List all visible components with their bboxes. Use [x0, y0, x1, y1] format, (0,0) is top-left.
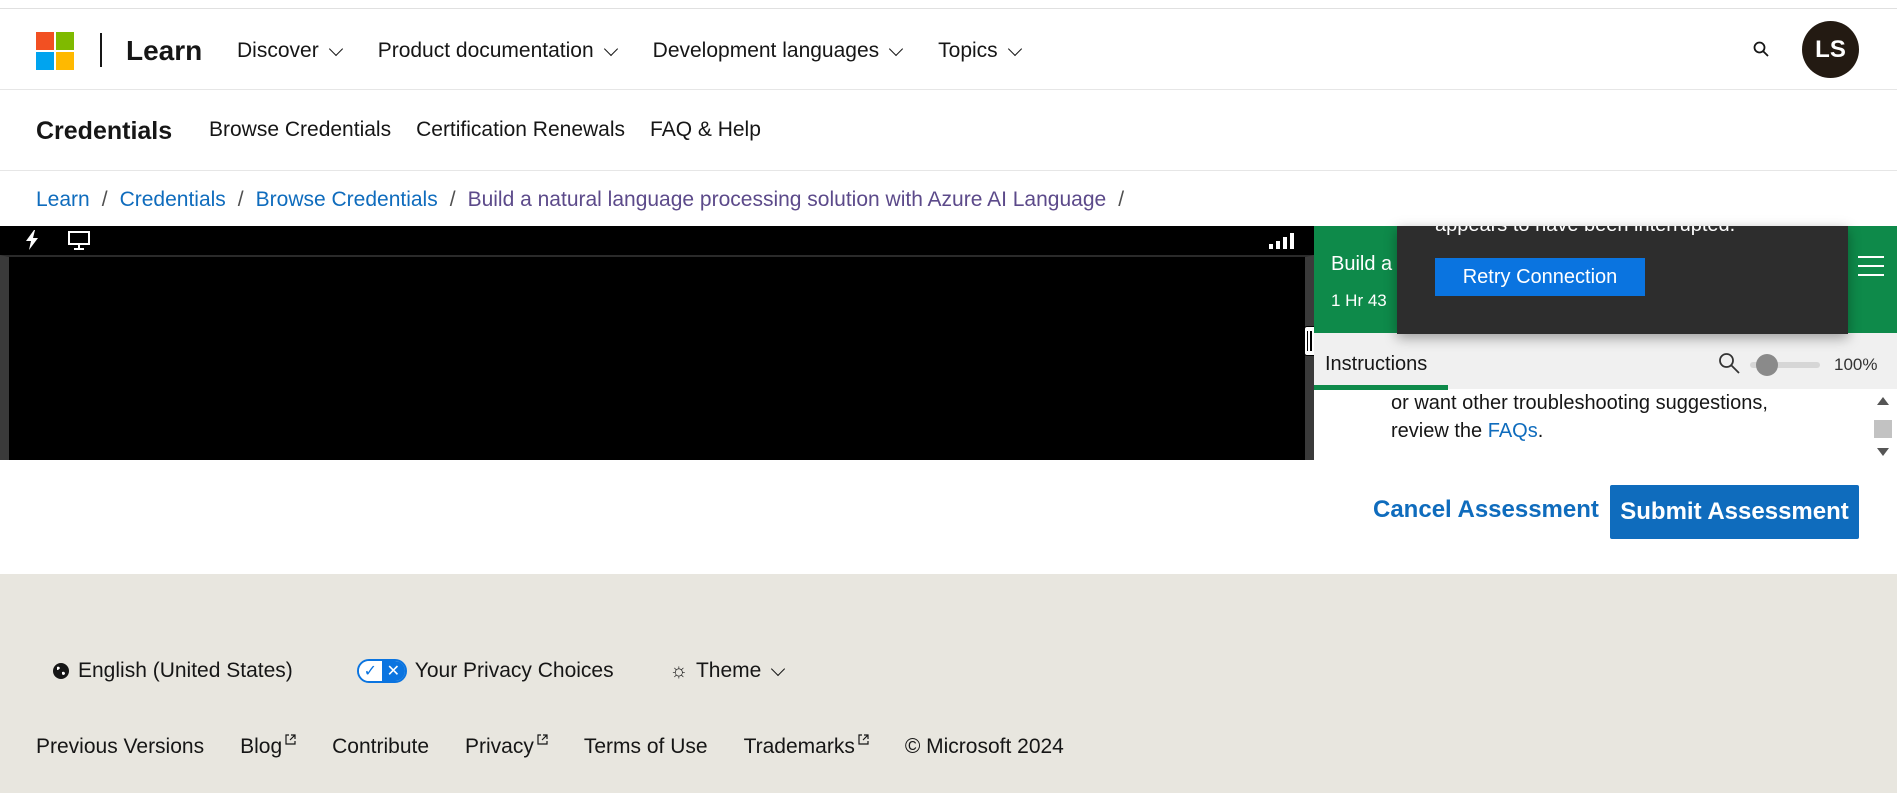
cancel-assessment-button[interactable]: Cancel Assessment — [1373, 496, 1599, 524]
search-icon[interactable] — [1753, 41, 1769, 57]
external-link-icon — [537, 734, 548, 745]
footer-links: Previous Versions Blog Contribute Privac… — [36, 734, 1064, 759]
footer-previous-versions[interactable]: Previous Versions — [36, 735, 204, 759]
connection-message: appears to have been interrupted. — [1435, 226, 1735, 237]
chevron-down-icon — [889, 41, 904, 56]
nav-product-documentation-label: Product documentation — [377, 39, 594, 62]
instructions-content: or want other troubleshooting suggestion… — [1391, 389, 1811, 445]
breadcrumb-separator: / — [101, 188, 108, 211]
subnav-links: Browse Credentials Certification Renewal… — [209, 118, 761, 142]
brand-link[interactable]: Learn — [126, 35, 202, 67]
vm-screen[interactable] — [0, 255, 1314, 460]
nav-development-languages[interactable]: Development languages — [652, 39, 904, 63]
zoom-value: 100% — [1834, 355, 1878, 374]
user-avatar[interactable]: LS — [1802, 21, 1859, 78]
submit-assessment-button[interactable]: Submit Assessment — [1610, 485, 1859, 539]
instructions-text: or want other troubleshooting suggestion… — [1391, 392, 1768, 442]
lightning-bolt-icon[interactable] — [24, 230, 40, 250]
instructions-end: . — [1537, 420, 1544, 442]
footer-copyright: © Microsoft 2024 — [904, 734, 1064, 758]
footer-terms-of-use[interactable]: Terms of Use — [584, 735, 708, 759]
privacy-choices-label: Your Privacy Choices — [414, 659, 614, 682]
zoom-slider-thumb[interactable] — [1756, 354, 1778, 376]
breadcrumb-separator: / — [237, 188, 244, 211]
scroll-down-arrow-icon[interactable] — [1877, 448, 1889, 456]
sun-icon: ☼ — [669, 659, 688, 682]
subnav-title[interactable]: Credentials — [36, 117, 172, 146]
main-nav: Discover Product documentation Developme… — [237, 39, 1022, 63]
footer-blog[interactable]: Blog — [240, 734, 296, 759]
subnav-certification-renewals[interactable]: Certification Renewals — [416, 118, 625, 142]
nav-discover-label: Discover — [237, 39, 319, 62]
globe-icon — [53, 663, 69, 679]
subnav-faq-help[interactable]: FAQ & Help — [650, 118, 761, 142]
footer-trademarks[interactable]: Trademarks — [744, 734, 869, 759]
footer-settings-row: English (United States) ✓ ✕ Your Privacy … — [52, 659, 786, 683]
vm-toolbar — [0, 226, 1314, 255]
privacy-choices[interactable]: ✓ ✕ Your Privacy Choices — [356, 659, 614, 683]
footer-privacy[interactable]: Privacy — [465, 734, 548, 759]
retry-connection-button[interactable]: Retry Connection — [1435, 258, 1645, 296]
scroll-up-arrow-icon[interactable] — [1877, 397, 1889, 405]
footer: English (United States) ✓ ✕ Your Privacy … — [0, 574, 1897, 793]
nav-discover[interactable]: Discover — [237, 39, 343, 63]
signal-strength-icon — [1269, 233, 1294, 249]
footer-privacy-label: Privacy — [465, 735, 534, 758]
nav-development-languages-label: Development languages — [652, 39, 880, 62]
tab-instructions[interactable]: Instructions — [1325, 353, 1427, 376]
nav-product-documentation[interactable]: Product documentation — [377, 39, 618, 63]
breadcrumb-learn[interactable]: Learn — [36, 188, 90, 212]
external-link-icon — [858, 734, 869, 745]
external-link-icon — [285, 734, 296, 745]
footer-trademarks-label: Trademarks — [743, 735, 855, 758]
lab-timer: 1 Hr 43 — [1331, 291, 1387, 310]
hamburger-menu-icon[interactable] — [1858, 256, 1884, 276]
lab-title: Build a — [1331, 253, 1393, 275]
logo-divider — [100, 33, 102, 67]
microsoft-logo[interactable] — [36, 32, 74, 70]
breadcrumb: Learn / Credentials / Browse Credentials… — [36, 188, 1124, 212]
chevron-down-icon — [1007, 41, 1022, 56]
nav-topics-label: Topics — [938, 39, 998, 62]
zoom-magnifier-icon — [1719, 353, 1740, 374]
monitor-icon[interactable] — [68, 231, 90, 250]
breadcrumb-credentials[interactable]: Credentials — [120, 188, 226, 212]
top-navigation: Learn Discover Product documentation Dev… — [0, 8, 1897, 90]
theme-selector[interactable]: ☼ Theme — [669, 659, 786, 683]
breadcrumb-browse-credentials[interactable]: Browse Credentials — [256, 188, 438, 212]
chevron-down-icon — [771, 661, 786, 676]
connection-interrupted-dialog: appears to have been interrupted. Retry … — [1397, 226, 1848, 334]
lab-tabbar: Instructions 100% — [1314, 333, 1897, 390]
nav-topics[interactable]: Topics — [938, 39, 1022, 63]
language-selector[interactable]: English (United States) — [52, 659, 293, 683]
theme-label: Theme — [695, 659, 762, 682]
subnav-browse-credentials[interactable]: Browse Credentials — [209, 118, 391, 142]
credentials-subnav: Credentials Browse Credentials Certifica… — [0, 90, 1897, 171]
scroll-thumb[interactable] — [1874, 420, 1892, 438]
chevron-down-icon — [603, 41, 618, 56]
breadcrumb-separator: / — [449, 188, 456, 211]
footer-blog-label: Blog — [240, 735, 283, 758]
breadcrumb-current-page[interactable]: Build a natural language processing solu… — [468, 188, 1107, 212]
instructions-scrollbar[interactable] — [1872, 394, 1892, 458]
page: Learn Discover Product documentation Dev… — [0, 0, 1897, 793]
faqs-link[interactable]: FAQs — [1488, 420, 1538, 442]
privacy-toggle-icon: ✓ ✕ — [356, 659, 407, 683]
language-label: English (United States) — [78, 659, 293, 682]
footer-contribute[interactable]: Contribute — [332, 735, 429, 759]
chevron-down-icon — [328, 41, 343, 56]
breadcrumb-separator: / — [1118, 188, 1125, 211]
